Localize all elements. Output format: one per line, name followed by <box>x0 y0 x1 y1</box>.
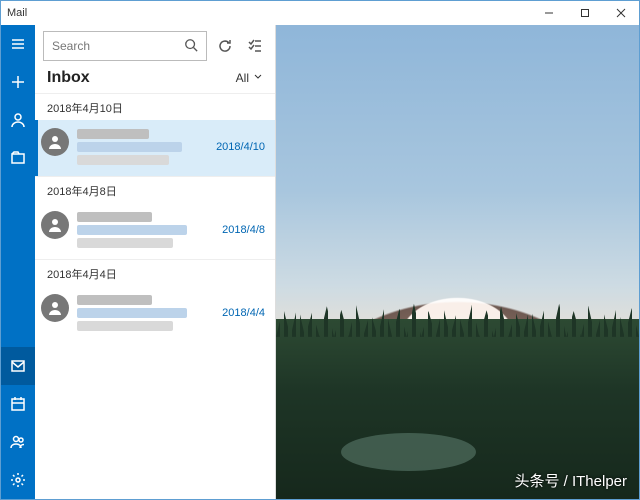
search-icon <box>184 38 198 55</box>
date-header: 2018年4月10日 <box>35 93 275 120</box>
date-header: 2018年4月8日 <box>35 176 275 203</box>
folder-title: Inbox <box>47 69 90 87</box>
message-item[interactable]: 2018/4/4 <box>35 286 275 342</box>
chevron-down-icon <box>253 71 263 85</box>
message-item[interactable]: 2018/4/10 <box>35 120 275 176</box>
select-mode-button[interactable] <box>243 34 267 58</box>
nav-rail <box>1 25 35 499</box>
close-button[interactable] <box>603 1 639 25</box>
accounts-button[interactable] <box>1 101 35 139</box>
message-preview <box>77 126 208 168</box>
reading-pane: 头条号 / IThelper <box>276 25 639 499</box>
minimize-button[interactable] <box>531 1 567 25</box>
watermark: 头条号 / IThelper <box>514 470 627 491</box>
date-header: 2018年4月4日 <box>35 259 275 286</box>
settings-nav-button[interactable] <box>1 461 35 499</box>
new-mail-button[interactable] <box>1 63 35 101</box>
message-preview <box>77 292 214 334</box>
message-date: 2018/4/10 <box>216 141 265 153</box>
titlebar: Mail <box>1 1 639 25</box>
message-list-pane: Search Inbox All <box>35 25 276 499</box>
filter-dropdown[interactable]: All <box>236 71 263 85</box>
message-date: 2018/4/4 <box>222 307 265 319</box>
search-input[interactable]: Search <box>43 31 207 61</box>
message-preview <box>77 209 214 251</box>
menu-button[interactable] <box>1 25 35 63</box>
filter-label: All <box>236 71 249 85</box>
maximize-button[interactable] <box>567 1 603 25</box>
avatar-icon <box>41 211 69 239</box>
avatar-icon <box>41 128 69 156</box>
search-placeholder: Search <box>52 39 90 53</box>
mail-window: Mail <box>0 0 640 500</box>
message-date: 2018/4/8 <box>222 224 265 236</box>
sync-button[interactable] <box>213 34 237 58</box>
folders-button[interactable] <box>1 139 35 177</box>
message-item[interactable]: 2018/4/8 <box>35 203 275 259</box>
app-title: Mail <box>7 7 27 19</box>
calendar-nav-button[interactable] <box>1 385 35 423</box>
avatar-icon <box>41 294 69 322</box>
people-nav-button[interactable] <box>1 423 35 461</box>
mail-nav-button[interactable] <box>1 347 35 385</box>
